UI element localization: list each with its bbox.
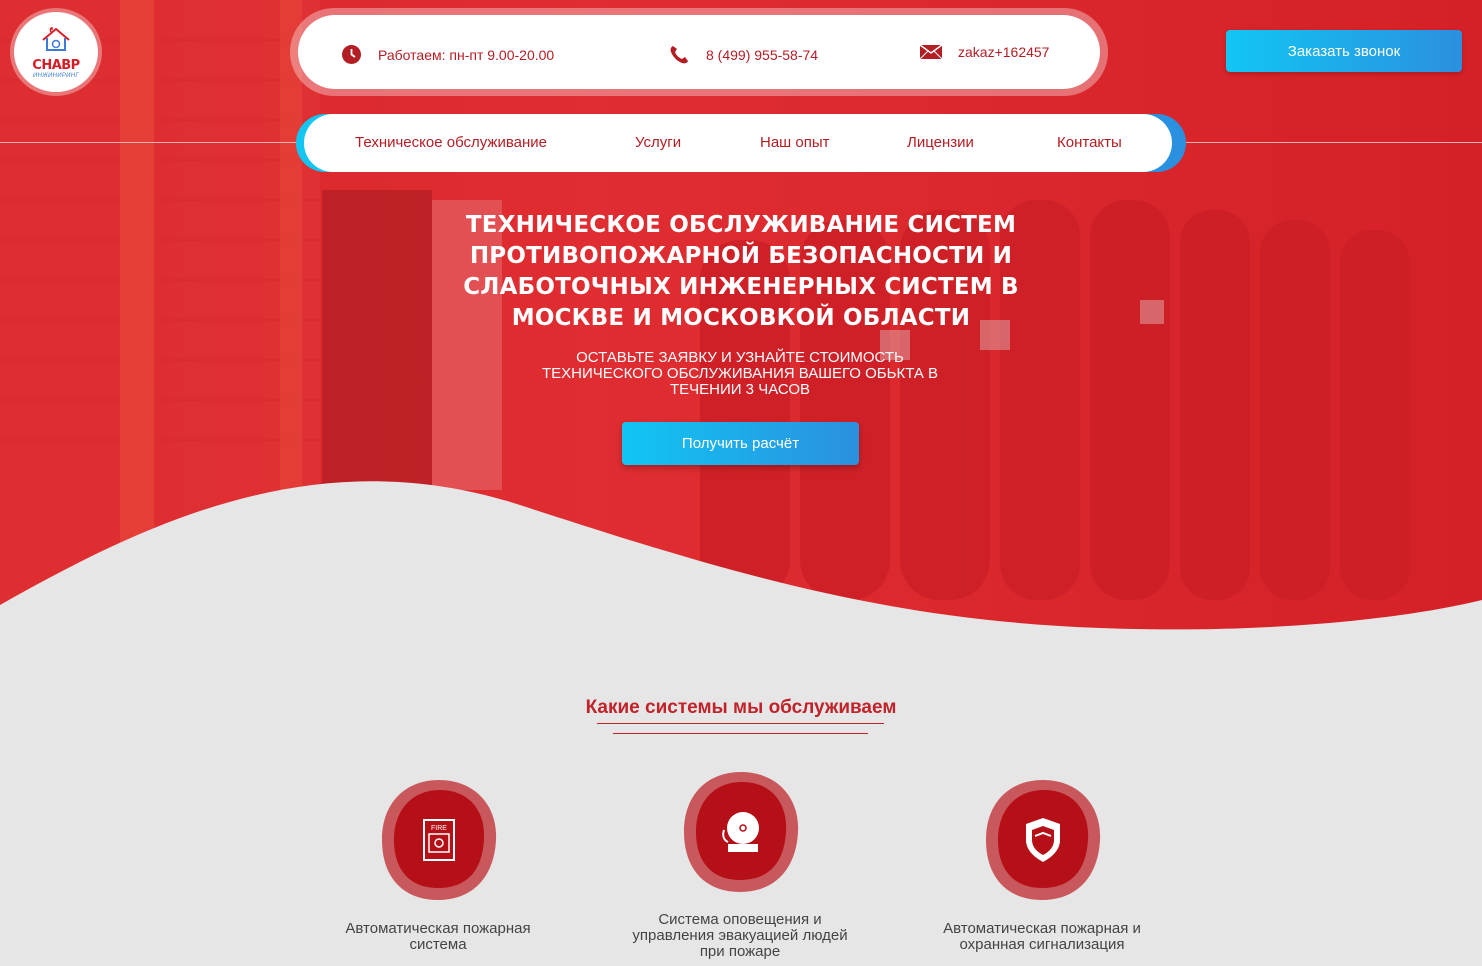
clock-icon: [342, 45, 361, 64]
request-call-button[interactable]: Заказать звонок: [1226, 30, 1462, 72]
systems-section-title: Какие системы мы обслуживаем: [585, 697, 897, 718]
house-fire-icon: [42, 26, 70, 51]
phone-contact[interactable]: 8 (499) 955-58-74: [668, 44, 818, 66]
service-label-security-alarm: Автоматическая пожарная и охранная сигна…: [943, 920, 1141, 953]
get-estimate-button[interactable]: Получить расчёт: [622, 422, 859, 465]
service-label-fire-system: Автоматическая пожарная система: [345, 920, 531, 953]
svg-text:FIRE: FIRE: [431, 825, 447, 832]
mail-icon: [920, 44, 942, 60]
nav-item-services[interactable]: Услуги: [635, 134, 681, 151]
nav-item-licenses[interactable]: Лицензии: [907, 134, 974, 151]
nav-item-contacts[interactable]: Контакты: [1057, 134, 1122, 151]
logo-tagline: ИНЖИНИРИНГ: [33, 72, 79, 79]
title-underline: [597, 723, 884, 724]
title-underline-2: [613, 733, 868, 734]
main-nav: Техническое обслуживание Услуги Наш опыт…: [296, 114, 1186, 172]
nav-item-maintenance[interactable]: Техническое обслуживание: [355, 134, 547, 151]
work-hours-text: Работаем: пн-пт 9.00-20.00: [378, 46, 555, 63]
fire-alarm-icon: FIRE: [382, 780, 497, 900]
nav-item-experience[interactable]: Наш опыт: [760, 134, 830, 151]
bell-icon: [684, 772, 799, 892]
email-address[interactable]: zakaz+162457: [958, 44, 1049, 60]
company-logo[interactable]: СНАВР ИНЖИНИРИНГ: [14, 12, 98, 92]
nav-divider-right: [1180, 142, 1482, 143]
hero-title: ТЕХНИЧЕСКОЕ ОБСЛУЖИВАНИЕ СИСТЕМ ПРОТИВОП…: [463, 212, 1019, 331]
phone-number[interactable]: 8 (499) 955-58-74: [706, 47, 818, 63]
shield-icon: [986, 780, 1101, 900]
email-contact[interactable]: zakaz+162457: [920, 44, 1049, 60]
main-nav-inner: Техническое обслуживание Услуги Наш опыт…: [304, 114, 1172, 172]
work-hours: Работаем: пн-пт 9.00-20.00: [341, 44, 554, 65]
service-label-evacuation: Система оповещения и управления эвакуаци…: [632, 911, 848, 960]
phone-icon: [670, 46, 688, 64]
nav-divider-left: [0, 142, 300, 143]
hero-subtitle: ОСТАВЬТЕ ЗАЯВКУ И УЗНАЙТЕ СТОИМОСТЬ ТЕХН…: [541, 349, 939, 398]
logo-wordmark: СНАВР: [32, 57, 80, 73]
